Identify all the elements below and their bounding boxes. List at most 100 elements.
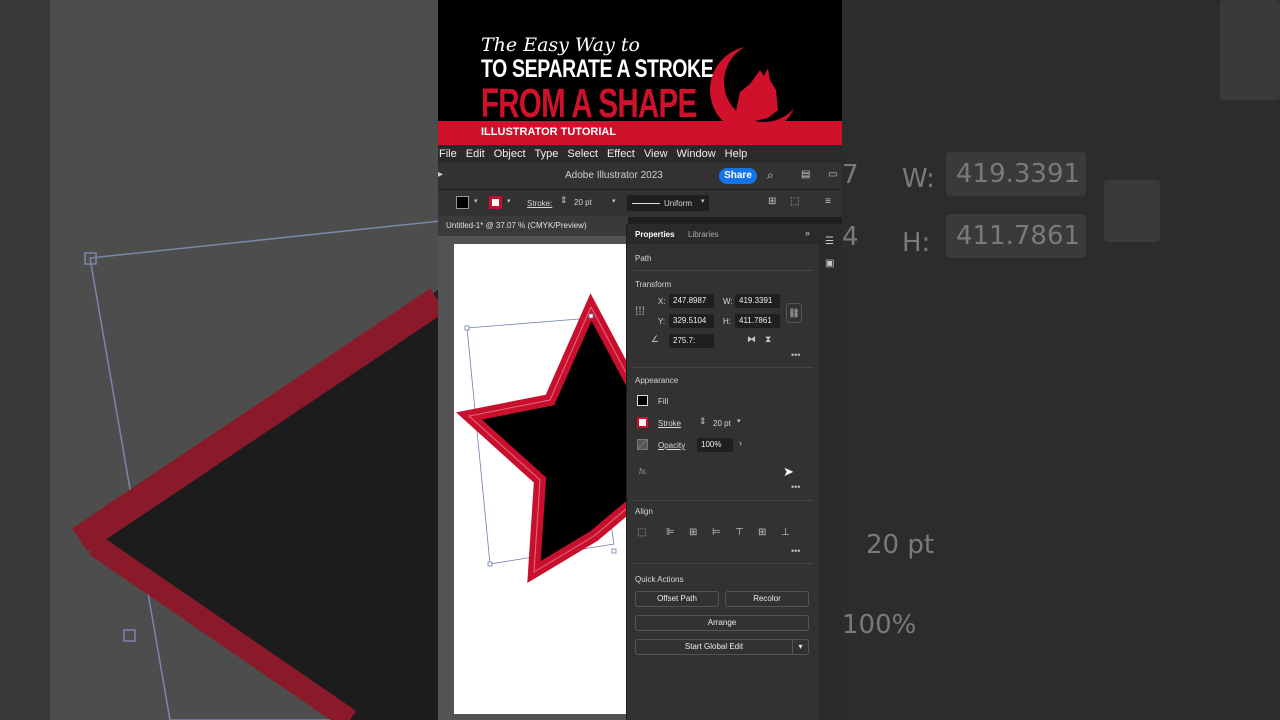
fill-swatch[interactable]	[456, 196, 469, 209]
opacity-field[interactable]: 100%	[697, 438, 733, 452]
stroke-weight[interactable]: 20 pt	[713, 419, 731, 428]
align-bottom-icon[interactable]: ⊥	[781, 527, 790, 538]
menu-help[interactable]: Help	[724, 148, 756, 160]
menu-file[interactable]: File	[438, 148, 465, 160]
recolor-button[interactable]: Recolor	[725, 591, 809, 607]
control-bar: ▾ ▾ Stroke: ⇕ 20 pt ▾ Uniform ▾ ⊞ ⬚ ≡	[438, 189, 842, 217]
arrange-documents-icon[interactable]: ▤	[801, 169, 810, 180]
align-title: Align	[635, 507, 653, 516]
chevron-down-icon[interactable]: ▾	[737, 417, 741, 425]
panel-tabs: Properties Libraries »	[627, 224, 819, 244]
bg-stroke-value: 20 pt	[866, 530, 935, 560]
menu-select[interactable]: Select	[566, 148, 606, 160]
more-options-icon[interactable]: •••	[791, 350, 800, 360]
background-star-zoom	[72, 220, 438, 720]
stepper-icon[interactable]: ⇕	[560, 195, 568, 206]
appearance-title: Appearance	[635, 376, 679, 385]
workspace-icon[interactable]: ▭	[828, 169, 837, 180]
properties-panel-icon[interactable]: ☰	[825, 236, 834, 247]
document-tab[interactable]: Untitled-1* @ 37.07 % (CMYK/Preview)	[438, 216, 628, 236]
stepper-icon[interactable]: ⇕	[699, 416, 707, 427]
align-left-icon[interactable]: ⊫	[666, 527, 675, 538]
global-edit-options-button[interactable]: ▾	[792, 639, 809, 655]
chevron-down-icon[interactable]: ▾	[612, 197, 616, 205]
panel-menu-icon[interactable]: ≡	[825, 196, 831, 207]
menu-type[interactable]: Type	[534, 148, 567, 160]
background-canvas	[50, 0, 438, 720]
bg-h-value: 411.7861	[956, 221, 1081, 251]
stroke-profile-select[interactable]: Uniform	[627, 195, 709, 211]
star-artwork	[456, 293, 626, 584]
bg-panel-edge	[1220, 0, 1280, 100]
collapse-panel-icon[interactable]: »	[805, 228, 810, 238]
chevron-down-icon[interactable]: ▾	[701, 197, 705, 205]
banner-line-3: FROM A SHAPE	[481, 80, 697, 126]
w-label: W:	[723, 297, 733, 306]
x-field[interactable]: 247.8987	[669, 294, 714, 308]
stroke-profile-label: Uniform	[664, 199, 693, 208]
stroke-swatch[interactable]	[637, 417, 648, 428]
x-label: X:	[658, 297, 666, 306]
rotate-field[interactable]: 275.7:	[669, 334, 714, 348]
bg-opacity-value: 100%	[842, 610, 917, 640]
more-options-icon[interactable]: •••	[791, 546, 800, 556]
w-field[interactable]: 419.3391	[735, 294, 780, 308]
menu-view[interactable]: View	[643, 148, 676, 160]
reference-point-icon[interactable]: ⁞⁞⁞	[635, 304, 645, 318]
fill-swatch[interactable]	[637, 395, 648, 406]
tab-properties[interactable]: Properties	[635, 230, 675, 239]
flip-vertical-icon[interactable]: ⧗	[765, 334, 771, 345]
h-label: H:	[723, 317, 731, 326]
offset-path-button[interactable]: Offset Path	[635, 591, 719, 607]
opacity-icon	[637, 439, 648, 450]
menu-bar: File Edit Object Type Select Effect View…	[438, 145, 842, 163]
fx-icon[interactable]: fx.	[639, 467, 647, 476]
stroke-label[interactable]: Stroke	[658, 419, 681, 428]
align-horizontal-center-icon[interactable]: ⊞	[689, 527, 697, 538]
selection-type: Path	[635, 254, 652, 263]
bg-fragment: 4	[842, 222, 859, 252]
collapse-arrow-icon[interactable]: ▸	[438, 169, 443, 180]
chevron-down-icon[interactable]: ▾	[474, 197, 478, 205]
chevron-right-icon[interactable]: ›	[739, 438, 742, 448]
align-right-icon[interactable]: ⊨	[712, 527, 721, 538]
flip-horizontal-icon[interactable]: ⧓	[747, 334, 756, 345]
constrain-proportions-link-icon[interactable]: ⛓	[786, 303, 802, 323]
tab-libraries[interactable]: Libraries	[688, 230, 719, 239]
stroke-label[interactable]: Stroke:	[527, 199, 552, 208]
banner-line-1: The Easy Way to	[481, 34, 640, 56]
h-field[interactable]: 411.7861	[735, 314, 780, 328]
menu-edit[interactable]: Edit	[465, 148, 493, 160]
align-vertical-center-icon[interactable]: ⊞	[758, 527, 766, 538]
chevron-down-icon[interactable]: ▾	[507, 197, 511, 205]
banner-tag: ILLUSTRATOR TUTORIAL	[481, 126, 617, 138]
align-top-icon[interactable]: ⊤	[735, 527, 744, 538]
bg-w-value: 419.3391	[956, 159, 1081, 189]
rotate-angle-icon: ∠	[651, 334, 660, 344]
quick-actions-title: Quick Actions	[635, 575, 684, 584]
tutorial-frame: The Easy Way to TO SEPARATE A STROKE FRO…	[438, 0, 842, 720]
share-button[interactable]: Share	[719, 168, 757, 184]
start-global-edit-button[interactable]: Start Global Edit	[635, 639, 793, 655]
mouse-cursor-icon: ➤	[783, 464, 794, 479]
y-field[interactable]: 329.5104	[669, 314, 714, 328]
align-to-selection-icon[interactable]: ⬚	[637, 527, 646, 538]
more-options-icon[interactable]: •••	[791, 482, 800, 492]
menu-effect[interactable]: Effect	[606, 148, 643, 160]
transform-icon[interactable]: ⬚	[790, 196, 799, 207]
align-grid-icon[interactable]: ⊞	[768, 196, 776, 207]
arrange-button[interactable]: Arrange	[635, 615, 809, 631]
panel-icon-strip: ☰ ▣	[818, 224, 842, 720]
wolf-logo-icon	[710, 42, 804, 134]
menu-object[interactable]: Object	[493, 148, 534, 160]
stroke-weight-value[interactable]: 20 pt	[574, 198, 592, 207]
search-icon[interactable]: ⌕	[767, 168, 774, 183]
stroke-swatch[interactable]	[489, 196, 502, 209]
divider	[633, 563, 813, 564]
libraries-panel-icon[interactable]: ▣	[825, 258, 834, 269]
profile-line	[632, 203, 660, 204]
fill-label[interactable]: Fill	[658, 397, 668, 406]
chevron-down-icon: ▾	[798, 642, 803, 651]
opacity-label[interactable]: Opacity	[658, 441, 685, 450]
menu-window[interactable]: Window	[676, 148, 724, 160]
